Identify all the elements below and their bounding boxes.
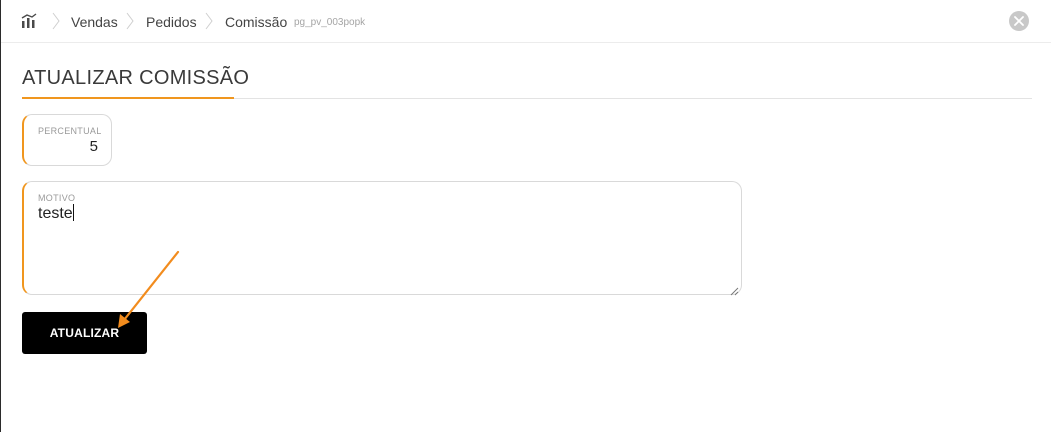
text-caret [72, 204, 74, 221]
atualizar-button[interactable]: ATUALIZAR [22, 312, 147, 354]
chevron-right-icon [204, 11, 214, 31]
percentual-field[interactable]: PERCENTUAL 5 [22, 114, 112, 166]
page-title: ATUALIZAR COMISSÃO [22, 67, 250, 89]
resize-handle-icon[interactable] [730, 283, 739, 296]
percentual-label: PERCENTUAL [38, 126, 102, 136]
chevron-right-icon [51, 11, 61, 31]
motivo-label: MOTIVO [38, 193, 76, 203]
breadcrumb-item-vendas[interactable]: Vendas [71, 14, 118, 30]
percentual-input[interactable]: 5 [90, 138, 98, 155]
page-code: pg_pv_003popk [294, 17, 366, 28]
title-accent-underline [22, 97, 234, 99]
close-icon[interactable] [1009, 11, 1029, 31]
chart-bars-icon[interactable] [21, 13, 37, 29]
motivo-text: teste [38, 205, 73, 222]
motivo-textarea[interactable]: teste [38, 204, 74, 223]
breadcrumb-item-pedidos[interactable]: Pedidos [146, 14, 197, 30]
breadcrumb: Vendas Pedidos Comissão pg_pv_003popk [1, 0, 1051, 43]
page: Vendas Pedidos Comissão pg_pv_003popk AT… [0, 0, 1051, 432]
breadcrumb-item-comissao: Comissão [225, 14, 288, 30]
motivo-field[interactable]: MOTIVO teste [22, 181, 742, 296]
chevron-right-icon [125, 11, 135, 31]
